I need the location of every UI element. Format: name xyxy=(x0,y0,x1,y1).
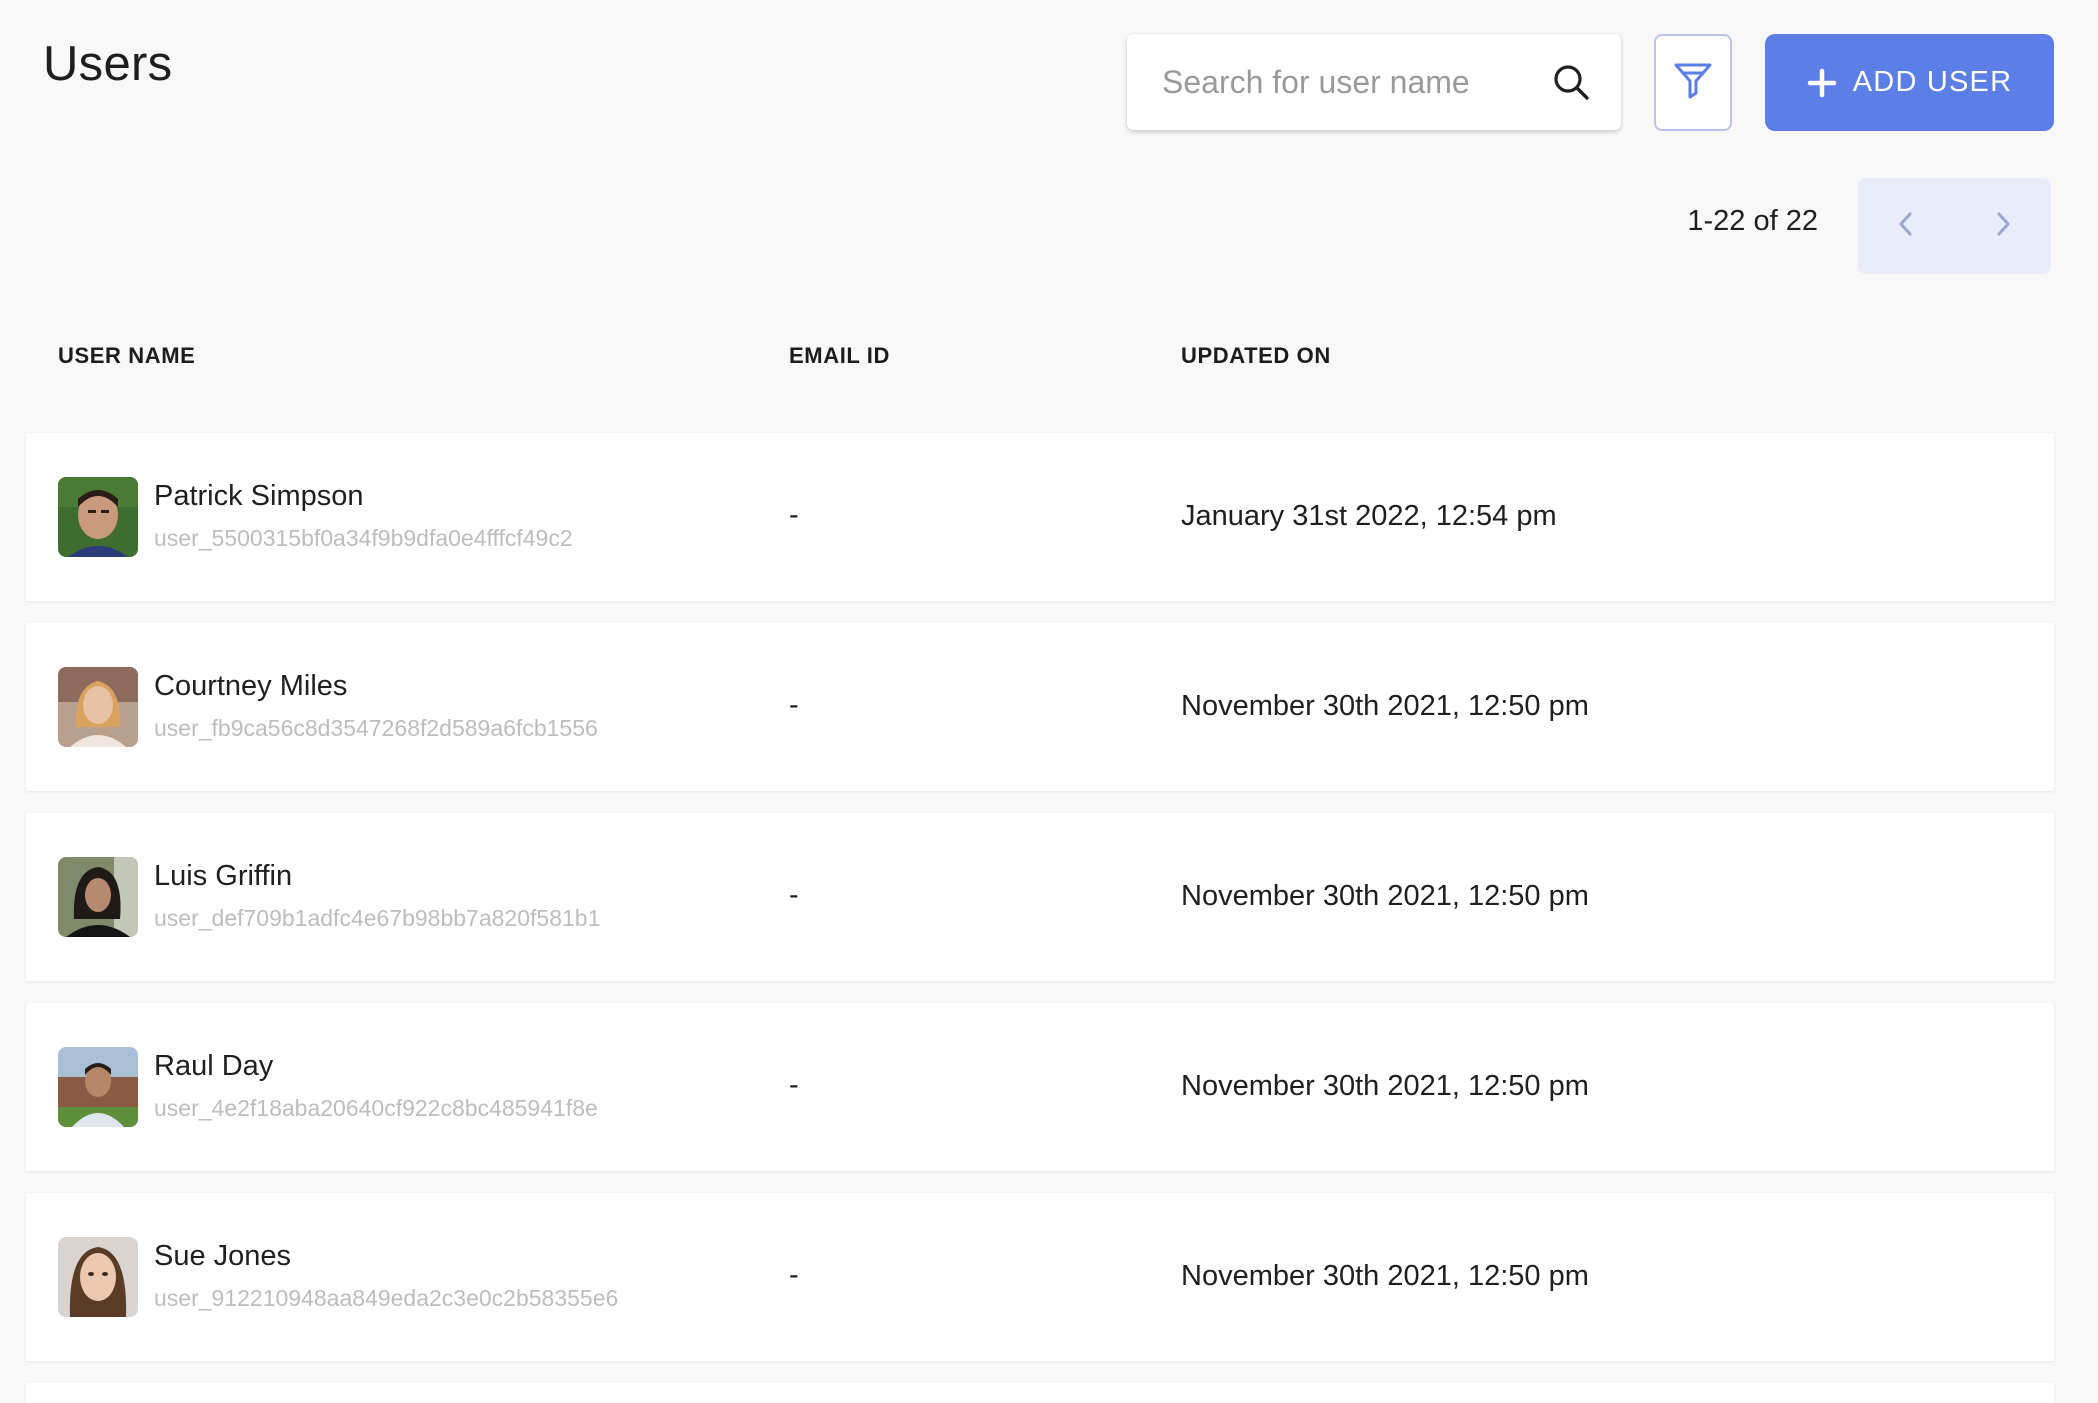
updated-on: November 30th 2021, 12:50 pm xyxy=(1181,1260,1589,1292)
updated-on: November 30th 2021, 12:50 pm xyxy=(1181,1070,1589,1102)
table-row[interactable]: Raul Day user_4e2f18aba20640cf922c8bc485… xyxy=(26,1003,2054,1171)
user-name: Patrick Simpson xyxy=(154,480,364,512)
page-title: Users xyxy=(43,37,173,91)
user-name: Courtney Miles xyxy=(154,670,348,702)
add-user-label: ADD USER xyxy=(1852,66,2013,98)
prev-page-button[interactable] xyxy=(1876,196,1936,256)
email-id: - xyxy=(789,879,799,911)
avatar-icon xyxy=(58,667,138,747)
chevron-right-icon xyxy=(1991,210,2015,243)
filter-button[interactable] xyxy=(1654,34,1732,131)
table-row[interactable]: Patrick Simpson user_5500315bf0a34f9b9df… xyxy=(26,433,2054,601)
user-id: user_fb9ca56c8d3547268f2d589a6fcb1556 xyxy=(154,715,598,741)
search-box[interactable] xyxy=(1127,34,1621,130)
table-row[interactable] xyxy=(26,1383,2054,1403)
updated-on: January 31st 2022, 12:54 pm xyxy=(1181,500,1557,532)
column-header-updated-on[interactable]: UPDATED ON xyxy=(1181,343,1331,369)
pagination-controls xyxy=(1858,178,2051,274)
email-id: - xyxy=(789,689,799,721)
next-page-button[interactable] xyxy=(1973,196,2033,256)
plus-icon xyxy=(1807,68,1837,98)
user-name: Raul Day xyxy=(154,1050,274,1082)
user-id: user_912210948aa849eda2c3e0c2b58355e6 xyxy=(154,1285,619,1311)
table-row[interactable]: Sue Jones user_912210948aa849eda2c3e0c2b… xyxy=(26,1193,2054,1361)
user-id: user_def709b1adfc4e67b98bb7a820f581b1 xyxy=(154,905,601,931)
search-icon[interactable] xyxy=(1551,62,1591,102)
add-user-button[interactable]: ADD USER xyxy=(1765,34,2054,131)
table-header: USER NAME EMAIL ID UPDATED ON xyxy=(0,343,2098,369)
avatar-icon xyxy=(58,857,138,937)
user-table-body: Patrick Simpson user_5500315bf0a34f9b9df… xyxy=(26,433,2054,1403)
updated-on: November 30th 2021, 12:50 pm xyxy=(1181,880,1589,912)
column-header-user-name[interactable]: USER NAME xyxy=(58,343,195,369)
email-id: - xyxy=(789,1069,799,1101)
table-row[interactable]: Courtney Miles user_fb9ca56c8d3547268f2d… xyxy=(26,623,2054,791)
updated-on: November 30th 2021, 12:50 pm xyxy=(1181,690,1589,722)
email-id: - xyxy=(789,499,799,531)
user-id: user_5500315bf0a34f9b9dfa0e4fffcf49c2 xyxy=(154,525,573,551)
chevron-left-icon xyxy=(1894,210,1918,243)
email-id: - xyxy=(789,1259,799,1291)
pagination-range: 1-22 of 22 xyxy=(1687,205,1818,237)
table-row[interactable]: Luis Griffin user_def709b1adfc4e67b98bb7… xyxy=(26,813,2054,981)
avatar-icon xyxy=(58,1237,138,1317)
avatar-icon xyxy=(58,1047,138,1127)
column-header-email-id[interactable]: EMAIL ID xyxy=(789,343,890,369)
filter-icon xyxy=(1672,59,1714,106)
avatar-icon xyxy=(58,477,138,557)
user-id: user_4e2f18aba20640cf922c8bc485941f8e xyxy=(154,1095,598,1121)
user-name: Luis Griffin xyxy=(154,860,293,892)
user-name: Sue Jones xyxy=(154,1240,292,1272)
search-input[interactable] xyxy=(1160,62,1551,102)
